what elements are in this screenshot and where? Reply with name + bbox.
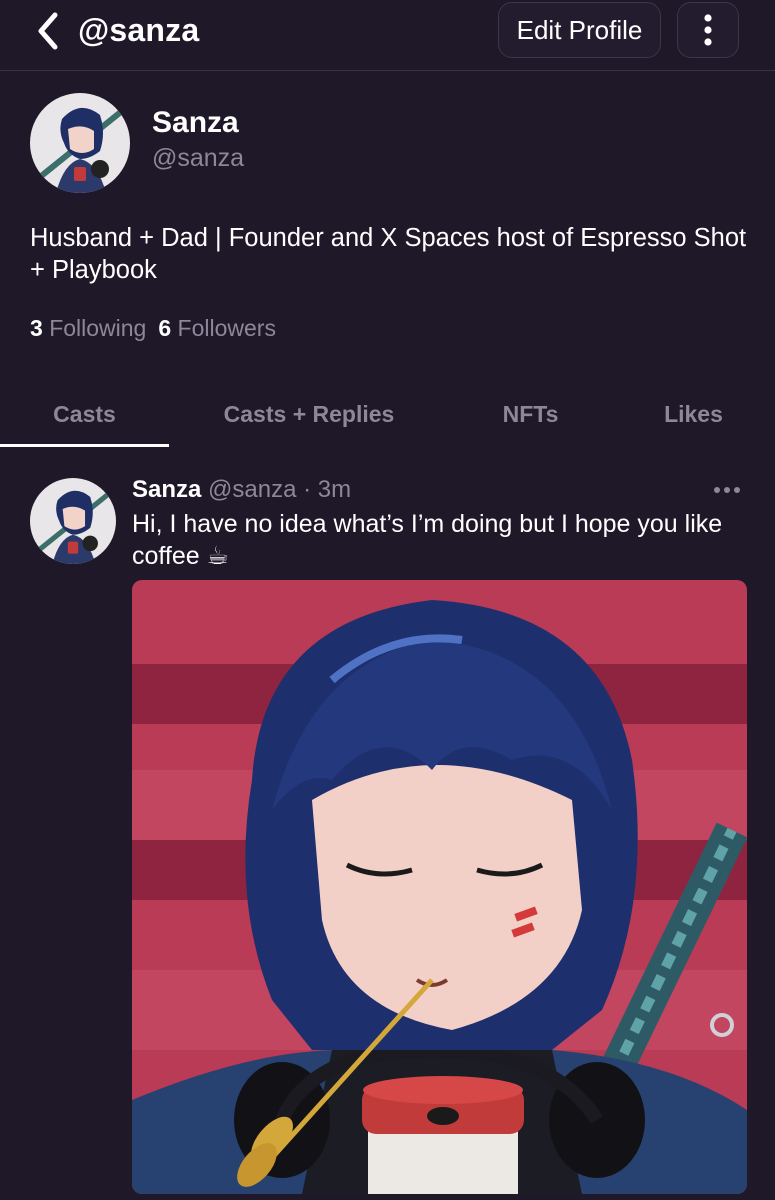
cast-more-button[interactable] [713,482,741,498]
profile-handle: @sanza [152,144,245,172]
chevron-left-icon [38,12,58,50]
active-tab-indicator [0,444,169,447]
profile-tabs: Casts Casts + Replies NFTs Likes [0,380,775,448]
cast-author-name[interactable]: Sanza [132,476,201,503]
profile-display-name: Sanza [152,106,239,139]
followers-label: Followers [177,315,276,341]
cast-header: Sanza @sanza · 3m [132,476,351,504]
tab-likes[interactable]: Likes [612,380,775,448]
following-link[interactable]: 3 Following [30,315,146,341]
cast-author-avatar[interactable] [30,478,116,564]
tab-casts[interactable]: Casts [0,380,169,448]
more-options-button[interactable] [677,2,739,58]
followers-count: 6 [158,315,172,341]
cast-text: Hi, I have no idea what’s I’m doing but … [132,510,723,570]
top-bar: @sanza Edit Profile [0,0,775,71]
followers-link[interactable]: 6 Followers [158,315,276,341]
tab-nfts[interactable]: NFTs [449,380,612,448]
follow-stats: 3 Following 6 Followers [30,315,276,342]
vertical-dots-icon [704,14,712,46]
cast-separator: · [303,476,312,503]
profile-bio: Husband + Dad | Founder and X Spaces hos… [30,224,747,284]
tab-casts-replies[interactable]: Casts + Replies [169,380,449,448]
back-button[interactable] [30,10,66,52]
edit-profile-button[interactable]: Edit Profile [498,2,661,58]
horizontal-dots-icon [714,487,740,493]
following-count: 3 [30,315,43,341]
cast-author-handle: @sanza [208,476,297,503]
cast-timestamp: 3m [317,476,352,503]
anime-character-illustration [132,580,747,1194]
page-title: @sanza [78,12,200,48]
following-label: Following [49,315,147,341]
cast-image[interactable] [132,580,747,1194]
profile-avatar[interactable] [30,93,130,193]
